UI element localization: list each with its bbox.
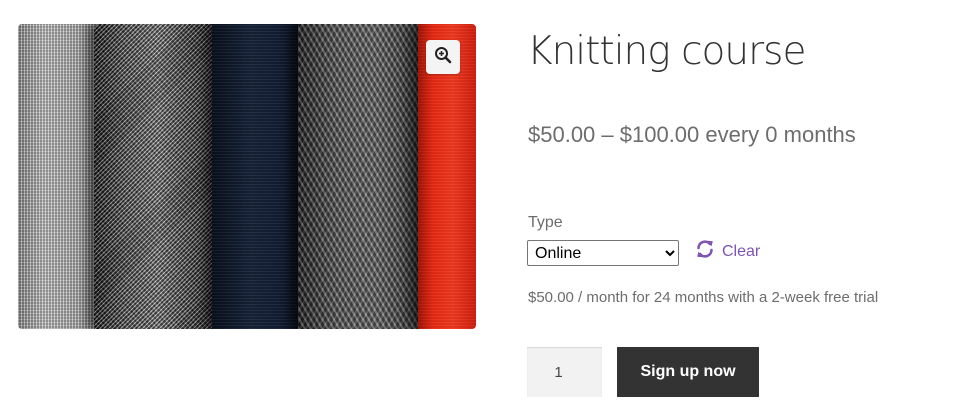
quantity-input[interactable]: [527, 347, 602, 397]
fabric-marl: [94, 24, 222, 329]
product-page: Knitting course $50.00 – $100.00 every 0…: [0, 0, 970, 420]
clear-label: Clear: [722, 242, 761, 260]
fabric-navy: [212, 24, 308, 329]
product-price: $50.00 – $100.00 every 0 months: [528, 122, 856, 147]
type-select[interactable]: Online: [527, 240, 679, 266]
variation-description: $50.00 / month for 24 months with a 2-we…: [528, 289, 879, 306]
type-label: Type: [528, 214, 563, 231]
fabric-grey: [18, 24, 104, 329]
refresh-icon: [695, 239, 715, 264]
clear-variations-link[interactable]: Clear: [695, 239, 760, 264]
product-image[interactable]: [18, 24, 476, 329]
fabric-chunky-grey: [298, 24, 428, 329]
product-title: Knitting course: [527, 29, 806, 74]
zoom-in-icon: [434, 46, 452, 69]
sign-up-button[interactable]: Sign up now: [617, 347, 759, 397]
zoom-button[interactable]: [426, 40, 460, 74]
